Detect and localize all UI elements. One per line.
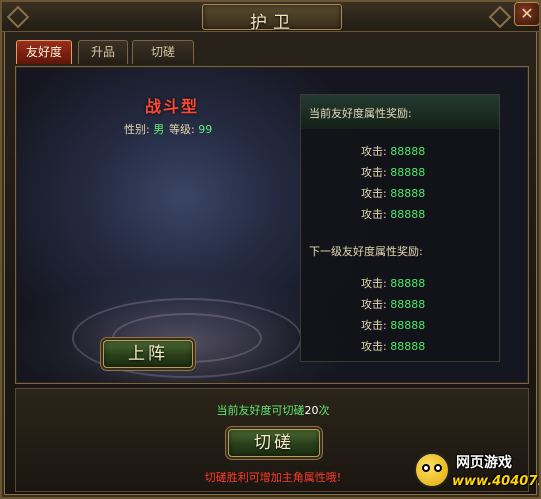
next-reward-title: 下一级友好度属性奖励: — [309, 245, 423, 258]
ornament-left-icon — [6, 5, 30, 29]
character-type: 战斗型 — [144, 97, 199, 116]
reward-row: 攻击: 88888 — [361, 338, 425, 354]
reward-label: 攻击: — [361, 166, 387, 179]
main-panel: 战斗型 性别: 男 等级: 99 上阵 当前友好度属性奖励: 攻击: 88888… — [15, 66, 529, 384]
watermark-line1: 网页游戏 — [456, 455, 512, 471]
tab-label: 友好度 — [25, 45, 62, 59]
ornament-right-icon — [488, 5, 512, 29]
reward-value: 88888 — [390, 166, 426, 179]
reward-value: 88888 — [390, 145, 426, 158]
reward-label: 攻击: — [361, 298, 387, 311]
deploy-button[interactable]: 上阵 — [103, 340, 193, 368]
level-label: 等级: — [169, 123, 195, 136]
reward-value: 88888 — [390, 298, 426, 311]
reward-label: 攻击: — [361, 319, 387, 332]
tab-duel[interactable]: 切磋 — [132, 40, 194, 64]
gender-label: 性别: — [124, 123, 150, 136]
reward-row: 攻击: 88888 — [361, 164, 425, 180]
title-plate: 护卫 — [202, 4, 342, 33]
reward-label: 攻击: — [361, 277, 387, 290]
reward-row: 攻击: 88888 — [361, 317, 425, 333]
reward-row: 攻击: 88888 — [361, 206, 425, 222]
reward-value: 88888 — [390, 340, 426, 353]
reward-label: 攻击: — [361, 187, 387, 200]
reward-label: 攻击: — [361, 145, 387, 158]
gender-stat: 性别: 男 — [124, 121, 164, 137]
current-reward-title: 当前友好度属性奖励: — [309, 107, 412, 120]
tab-label: 切磋 — [150, 45, 175, 59]
close-button[interactable]: ✕ — [514, 2, 539, 26]
title-bar: 护卫 — [2, 2, 539, 33]
mascot-logo-icon — [414, 452, 450, 488]
reward-row: 攻击: 88888 — [361, 275, 425, 291]
reward-row: 攻击: 88888 — [361, 143, 425, 159]
watermark-line2: www.40407.com — [452, 474, 539, 489]
gender-value: 男 — [153, 123, 165, 136]
level-value: 99 — [198, 123, 213, 136]
close-icon: ✕ — [520, 4, 534, 23]
reward-value: 88888 — [390, 319, 426, 332]
level-stat: 等级: 99 — [169, 121, 212, 137]
mascot-eye-icon — [434, 464, 442, 472]
tab-upgrade[interactable]: 升品 — [78, 40, 128, 64]
guard-window: 护卫 ✕ 友好度 升品 切磋 战斗型 性别: 男 等级: 99 上阵 当前友好度… — [0, 0, 541, 499]
reward-value: 88888 — [390, 187, 426, 200]
duel-count-prefix: 当前友好度可切磋 — [216, 404, 305, 417]
reward-value: 88888 — [390, 208, 426, 221]
reward-row: 攻击: 88888 — [361, 296, 425, 312]
tab-friendship[interactable]: 友好度 — [16, 40, 72, 64]
reward-label: 攻击: — [361, 208, 387, 221]
reward-row: 攻击: 88888 — [361, 185, 425, 201]
window-title: 护卫 — [250, 13, 296, 33]
tab-label: 升品 — [90, 45, 115, 59]
reward-label: 攻击: — [361, 340, 387, 353]
character-scene: 战斗型 性别: 男 等级: 99 上阵 当前友好度属性奖励: 攻击: 88888… — [17, 68, 527, 382]
duel-button[interactable]: 切磋 — [228, 429, 320, 457]
duel-count-text: 当前友好度可切磋20次 — [16, 402, 530, 418]
reward-panel: 当前友好度属性奖励: 攻击: 88888 攻击: 88888 攻击: 88888… — [300, 94, 500, 362]
duel-count-value: 20 — [304, 404, 319, 417]
site-watermark: 网页游戏 www.40407.com — [412, 448, 539, 497]
duel-count-suffix: 次 — [318, 404, 330, 417]
mascot-eye-icon — [422, 464, 430, 472]
reward-value: 88888 — [390, 277, 426, 290]
